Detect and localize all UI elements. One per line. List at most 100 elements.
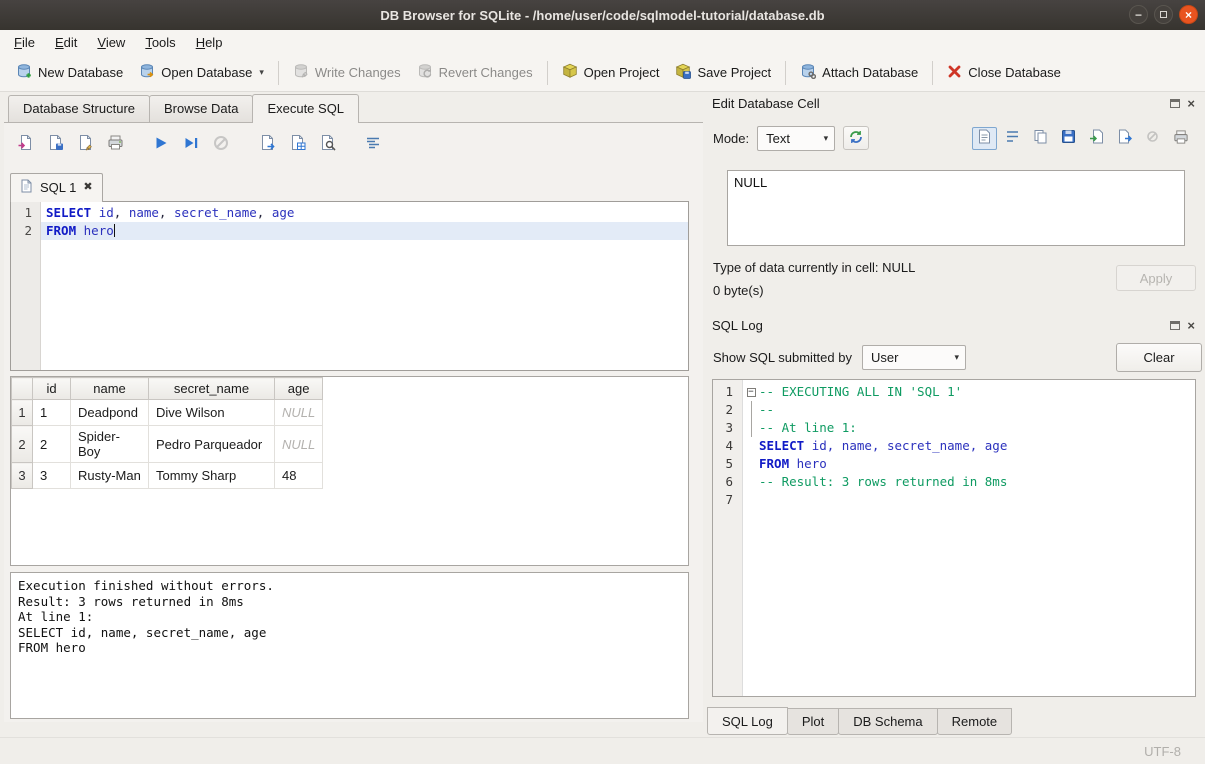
column-header-secret-name[interactable]: secret_name: [149, 378, 275, 400]
sql-file-icon: [20, 179, 33, 196]
export-results-icon: [259, 134, 276, 154]
fold-margin: [743, 491, 759, 509]
table-cell[interactable]: Deadpond: [71, 400, 149, 426]
submitted-by-combobox[interactable]: User ▾: [862, 345, 966, 370]
print-sql-button[interactable]: [102, 131, 128, 157]
table-cell[interactable]: 2: [33, 426, 71, 463]
dock-tab-sql-log[interactable]: SQL Log: [707, 707, 788, 735]
sql-file-tab[interactable]: SQL 1 ✖: [10, 173, 103, 202]
editor-code-area[interactable]: SELECT id, name, secret_name, ageFROM he…: [41, 202, 688, 370]
mode-combobox[interactable]: Text ▾: [757, 126, 835, 151]
table-cell[interactable]: Spider-Boy: [71, 426, 149, 463]
sql-tab-close-icon[interactable]: ✖: [83, 182, 92, 193]
table-cell[interactable]: NULL: [275, 426, 323, 463]
dock-tab-plot[interactable]: Plot: [787, 708, 839, 735]
copy-button[interactable]: [1028, 127, 1053, 150]
import-cell-button[interactable]: [1084, 127, 1109, 150]
open-database-button[interactable]: Open Database ▾: [131, 58, 272, 87]
word-wrap-button[interactable]: [1000, 127, 1025, 150]
write-changes-button[interactable]: Write Changes: [285, 58, 409, 87]
close-cell-editor-icon[interactable]: ×: [1187, 97, 1195, 110]
dock-tab-remote[interactable]: Remote: [937, 708, 1013, 735]
menu-help[interactable]: Help: [186, 32, 233, 53]
open-database-dropdown-icon[interactable]: ▾: [259, 67, 264, 78]
table-cell[interactable]: Rusty-Man: [71, 463, 149, 489]
menu-tools[interactable]: Tools: [135, 32, 185, 53]
encoding-indicator[interactable]: UTF-8: [1144, 744, 1181, 759]
find-replace-icon: [319, 134, 336, 154]
table-cell[interactable]: Tommy Sharp: [149, 463, 275, 489]
text-view-button[interactable]: [972, 127, 997, 150]
save-cell-button[interactable]: [1056, 127, 1081, 150]
table-row[interactable]: 33Rusty-ManTommy Sharp48: [12, 463, 323, 489]
main-toolbar: New Database Open Database ▾ Write Chang…: [0, 54, 1205, 92]
close-database-button[interactable]: Close Database: [939, 59, 1069, 87]
fold-collapse-icon[interactable]: −: [747, 388, 756, 397]
table-cell[interactable]: 1: [33, 400, 71, 426]
column-header-age[interactable]: age: [275, 378, 323, 400]
cell-content-editor[interactable]: NULL: [727, 170, 1185, 246]
log-line: -- At line 1:: [743, 419, 1195, 437]
main-tabbar: Database Structure Browse Data Execute S…: [4, 94, 703, 122]
text-caret: [114, 224, 116, 237]
menu-view[interactable]: View: [87, 32, 135, 53]
find-replace-button[interactable]: [314, 131, 340, 157]
export-results-button[interactable]: [254, 131, 280, 157]
row-header[interactable]: 3: [12, 463, 33, 489]
menu-file[interactable]: File: [4, 32, 45, 53]
column-header-id[interactable]: id: [33, 378, 71, 400]
editor-line[interactable]: SELECT id, name, secret_name, age: [41, 204, 688, 222]
sql-editor[interactable]: 12 SELECT id, name, secret_name, ageFROM…: [10, 201, 689, 371]
save-project-button[interactable]: Save Project: [667, 58, 779, 87]
auto-switch-mode-button[interactable]: [843, 126, 869, 150]
tab-database-structure[interactable]: Database Structure: [8, 95, 150, 122]
stop-execution-button[interactable]: [208, 131, 234, 157]
close-button[interactable]: ×: [1179, 5, 1198, 24]
dock-tab-db-schema[interactable]: DB Schema: [838, 708, 937, 735]
table-cell[interactable]: Dive Wilson: [149, 400, 275, 426]
revert-changes-button[interactable]: Revert Changes: [409, 58, 541, 87]
format-sql-button[interactable]: [360, 131, 386, 157]
print-cell-button[interactable]: [1168, 127, 1193, 150]
column-header-name[interactable]: name: [71, 378, 149, 400]
menu-edit[interactable]: Edit: [45, 32, 87, 53]
tab-execute-sql[interactable]: Execute SQL: [252, 94, 359, 123]
revert-changes-icon: [417, 63, 433, 82]
open-sql-file-button[interactable]: [12, 131, 38, 157]
tab-browse-data[interactable]: Browse Data: [149, 95, 253, 122]
log-line: FROM hero: [743, 455, 1195, 473]
titlebar[interactable]: DB Browser for SQLite - /home/user/code/…: [0, 0, 1205, 30]
table-cell[interactable]: Pedro Parqueador: [149, 426, 275, 463]
grid-corner-cell[interactable]: [12, 378, 33, 400]
fold-margin[interactable]: −: [743, 383, 759, 401]
undock-cell-editor-icon[interactable]: [1170, 99, 1180, 108]
apply-button[interactable]: Apply: [1116, 265, 1196, 291]
save-sql-file-button[interactable]: [42, 131, 68, 157]
sql-log-view[interactable]: 1234567 −-- EXECUTING ALL IN 'SQL 1'----…: [712, 379, 1196, 697]
table-cell[interactable]: NULL: [275, 400, 323, 426]
code-token: secret_name: [174, 205, 257, 220]
export-cell-button[interactable]: [1112, 127, 1137, 150]
row-header[interactable]: 2: [12, 426, 33, 463]
dock-tabbar: SQL Log Plot DB Schema Remote: [707, 708, 1011, 735]
save-results-button[interactable]: [284, 131, 310, 157]
minimize-button[interactable]: −: [1129, 5, 1148, 24]
open-project-button[interactable]: Open Project: [554, 58, 668, 87]
table-row[interactable]: 22Spider-BoyPedro ParqueadorNULL: [12, 426, 323, 463]
log-line: −-- EXECUTING ALL IN 'SQL 1': [743, 383, 1195, 401]
row-header[interactable]: 1: [12, 400, 33, 426]
editor-line[interactable]: FROM hero: [41, 222, 688, 240]
save-sql-as-button[interactable]: [72, 131, 98, 157]
execute-all-button[interactable]: [148, 131, 174, 157]
undock-sql-log-icon[interactable]: [1170, 321, 1180, 330]
new-database-button[interactable]: New Database: [8, 58, 131, 87]
attach-database-button[interactable]: Attach Database: [792, 58, 926, 87]
maximize-button[interactable]: [1154, 5, 1173, 24]
set-null-button[interactable]: [1140, 127, 1165, 150]
table-row[interactable]: 11DeadpondDive WilsonNULL: [12, 400, 323, 426]
clear-log-button[interactable]: Clear: [1116, 343, 1202, 372]
execute-current-line-button[interactable]: [178, 131, 204, 157]
table-cell[interactable]: 3: [33, 463, 71, 489]
table-cell[interactable]: 48: [275, 463, 323, 489]
close-sql-log-icon[interactable]: ×: [1187, 319, 1195, 332]
